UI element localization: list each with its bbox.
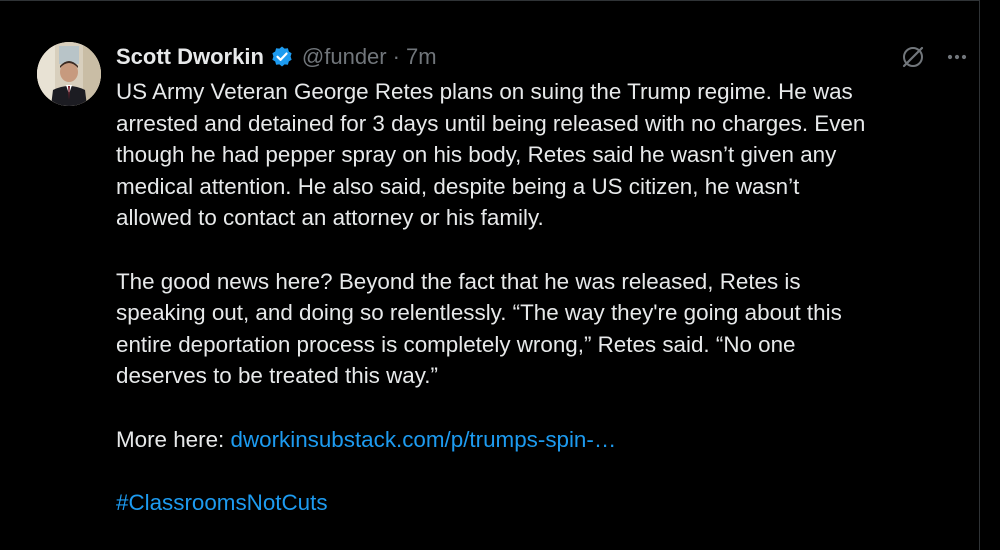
separator-dot: · (392, 44, 400, 69)
text-line: The good news here? Beyond the fact that… (116, 268, 801, 294)
author-handle[interactable]: @funder (302, 44, 387, 70)
text-line: speaking out, and doing so relentlessly.… (116, 300, 842, 326)
more-options-icon[interactable] (944, 44, 970, 70)
text-line: though he had pepper spray on his body, … (116, 142, 837, 168)
verified-badge-icon (270, 45, 294, 69)
text-line: entire deportation process is completely… (116, 331, 796, 357)
text-line: arrested and detained for 3 days until b… (116, 110, 866, 136)
timestamp[interactable]: 7m (406, 44, 437, 70)
grok-icon[interactable] (900, 44, 926, 70)
tweet-text: US Army Veteran George Retes plans on su… (116, 76, 966, 550)
author-name[interactable]: Scott Dworkin (116, 44, 264, 70)
tweet-header: Scott Dworkin @funder · 7m (116, 40, 437, 74)
text-line: deserves to be treated this way.” (116, 363, 438, 389)
avatar[interactable] (37, 42, 101, 106)
more-here-label: More here: (116, 426, 231, 452)
tweet-paragraph-2: The good news here? Beyond the fact that… (116, 266, 966, 392)
more-here-line: More here: dworkinsubstack.com/p/trumps-… (116, 424, 966, 456)
tweet-paragraph-1: US Army Veteran George Retes plans on su… (116, 76, 966, 234)
tweet-paragraph-4: #ClassroomsNotCuts (116, 487, 966, 519)
hashtag-link[interactable]: #ClassroomsNotCuts (116, 487, 966, 519)
text-line: US Army Veteran George Retes plans on su… (116, 79, 853, 104)
text-line: allowed to contact an attorney or his fa… (116, 205, 544, 231)
text-line: medical attention. He also said, despite… (116, 173, 800, 199)
tweet-paragraph-3: More here: dworkinsubstack.com/p/trumps-… (116, 424, 966, 456)
substack-link[interactable]: dworkinsubstack.com/p/trumps-spin-… (231, 427, 617, 452)
